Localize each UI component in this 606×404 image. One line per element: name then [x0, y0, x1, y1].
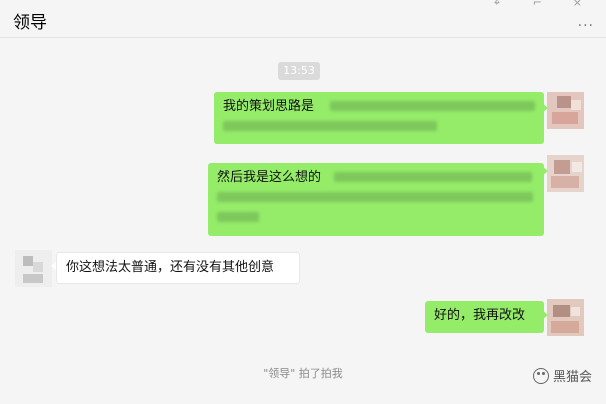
message-text: 好的，我再改改 — [434, 308, 526, 323]
pin-icon[interactable]: ⌖ — [494, 0, 500, 10]
message-text: 我的策划思路是 — [223, 99, 315, 114]
my-avatar[interactable] — [547, 155, 584, 192]
contact-avatar[interactable] — [15, 250, 52, 287]
message-bubble[interactable]: 然后我是这么想的 — [208, 163, 544, 236]
minimize-icon[interactable]: ⌐ — [533, 0, 542, 9]
watermark-text: 黑猫会 — [552, 370, 592, 385]
watermark: 黑猫会 — [532, 366, 592, 385]
message-text: 你这想法太普通，还有没有其他创意 — [66, 260, 275, 275]
redacted-text — [334, 172, 532, 182]
wechat-icon — [532, 367, 549, 384]
message-bubble[interactable]: 我的策划思路是 — [214, 92, 544, 144]
pat-notification: "领导" 拍了拍我 — [263, 367, 343, 380]
my-avatar[interactable] — [547, 92, 584, 129]
more-options-button[interactable]: ... — [578, 14, 594, 30]
message-text: 然后我是这么想的 — [217, 170, 322, 185]
my-avatar[interactable] — [547, 299, 584, 336]
message-timestamp: 13:53 — [278, 62, 320, 80]
message-bubble[interactable]: 好的，我再改改 — [425, 301, 544, 333]
redacted-text — [330, 101, 535, 111]
chat-title: 领导 — [13, 13, 47, 33]
redacted-text — [217, 192, 533, 202]
chat-header: 领导 ⌖ ⌐ × ... — [0, 0, 606, 38]
close-icon[interactable]: × — [573, 0, 582, 9]
redacted-text — [223, 121, 437, 131]
redacted-text — [217, 212, 259, 222]
message-bubble[interactable]: 你这想法太普通，还有没有其他创意 — [56, 252, 300, 284]
